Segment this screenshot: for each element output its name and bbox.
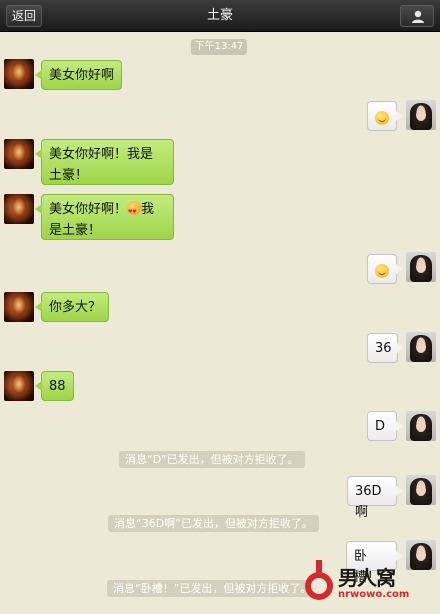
profile-button[interactable]: [400, 5, 434, 27]
top-bar: 土豪 返回: [0, 0, 440, 32]
received-message[interactable]: 美女你好啊: [34, 60, 123, 90]
system-notice: 消息“36D啊”已发出，但被对方拒收了。: [108, 515, 319, 532]
love-eyes-emoji-icon: [127, 201, 142, 223]
message-text: 美女你好啊！: [49, 202, 128, 217]
received-message[interactable]: 你多大？: [34, 292, 110, 322]
sent-message[interactable]: [367, 254, 403, 284]
timestamp: 下午13:47: [191, 39, 247, 55]
sent-message[interactable]: D: [367, 411, 403, 441]
watermark-brand: 男人窝: [338, 566, 396, 590]
user-avatar[interactable]: [406, 411, 436, 441]
contact-avatar[interactable]: [4, 59, 34, 89]
smile-emoji-icon: [375, 264, 389, 278]
brand-logo-icon: [305, 560, 333, 600]
contact-avatar[interactable]: [4, 194, 34, 224]
back-button[interactable]: 返回: [6, 5, 42, 27]
sent-message[interactable]: 36: [367, 333, 404, 363]
contact-avatar[interactable]: [4, 371, 34, 401]
user-avatar[interactable]: [406, 475, 436, 505]
user-avatar[interactable]: [406, 100, 436, 130]
message-line: 是土豪！: [49, 223, 102, 238]
contact-avatar[interactable]: [4, 139, 34, 169]
user-avatar[interactable]: [406, 252, 436, 282]
chat-title: 土豪: [206, 8, 233, 23]
message-line: 美女你好啊！我是: [49, 147, 154, 162]
watermark-url: nrwowo.com: [338, 589, 410, 600]
user-avatar[interactable]: [406, 540, 436, 570]
user-avatar[interactable]: [406, 332, 436, 362]
received-message[interactable]: 美女你好啊！ 我 是土豪！: [35, 194, 174, 240]
system-notice: 消息“D”已发出，但被对方拒收了。: [119, 451, 305, 468]
smile-emoji-icon: [375, 111, 389, 125]
person-icon: [412, 10, 424, 23]
sent-message[interactable]: [367, 101, 403, 131]
message-line: 土豪！: [49, 168, 89, 183]
message-text: 我: [141, 202, 155, 217]
received-message[interactable]: 美女你好啊！我是 土豪！: [35, 139, 174, 185]
message-line: 美女你好啊！ 我: [49, 199, 166, 223]
system-notice: 消息“卧槽！”已发出，但被对方拒收了。: [107, 580, 318, 597]
received-message[interactable]: 88: [35, 371, 74, 401]
contact-avatar[interactable]: [4, 292, 34, 322]
sent-message[interactable]: 36D啊: [347, 476, 403, 520]
